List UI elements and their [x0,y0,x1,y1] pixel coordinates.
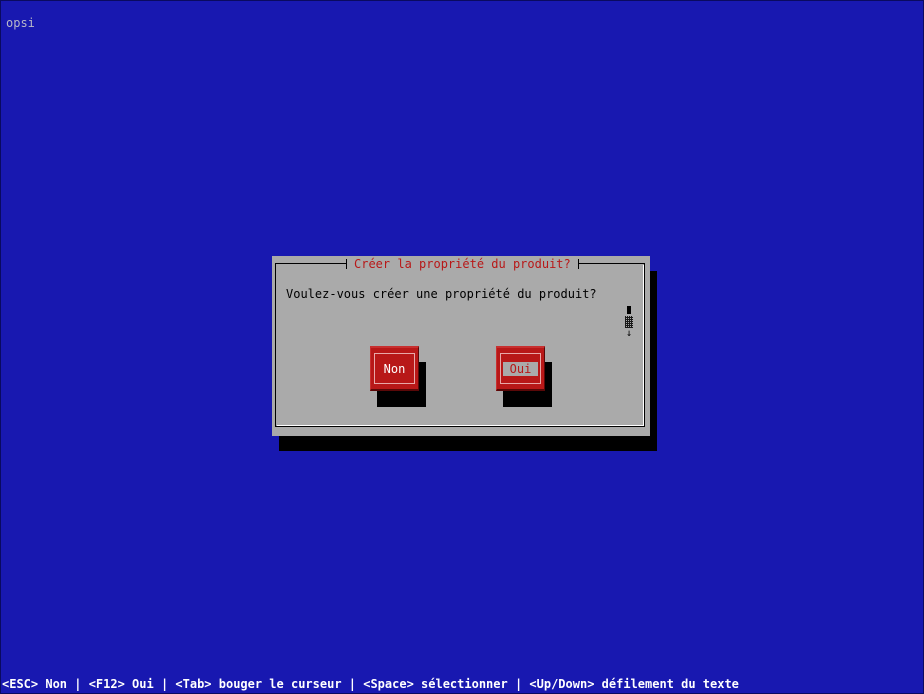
no-button[interactable]: Non [370,346,419,391]
app-title: opsi [6,16,35,30]
scroll-thumb[interactable] [627,306,631,314]
yes-button[interactable]: Oui [496,346,545,391]
key-hints-status-bar: <ESC> Non | <F12> Oui | <Tab> bouger le … [2,677,739,691]
confirm-dialog: Créer la propriété du produit? Voulez-vo… [272,256,650,436]
dialog-title: Créer la propriété du produit? [346,256,579,272]
no-button-label: Non [383,362,406,376]
scroll-down-arrow-icon[interactable]: ↓ [625,328,633,340]
yes-button-label: Oui [503,362,538,376]
dialog-message: Voulez-vous créer une propriété du produ… [286,287,597,301]
scroll-track[interactable] [625,316,633,328]
dialog-scrollbar[interactable]: ↓ [625,304,633,340]
